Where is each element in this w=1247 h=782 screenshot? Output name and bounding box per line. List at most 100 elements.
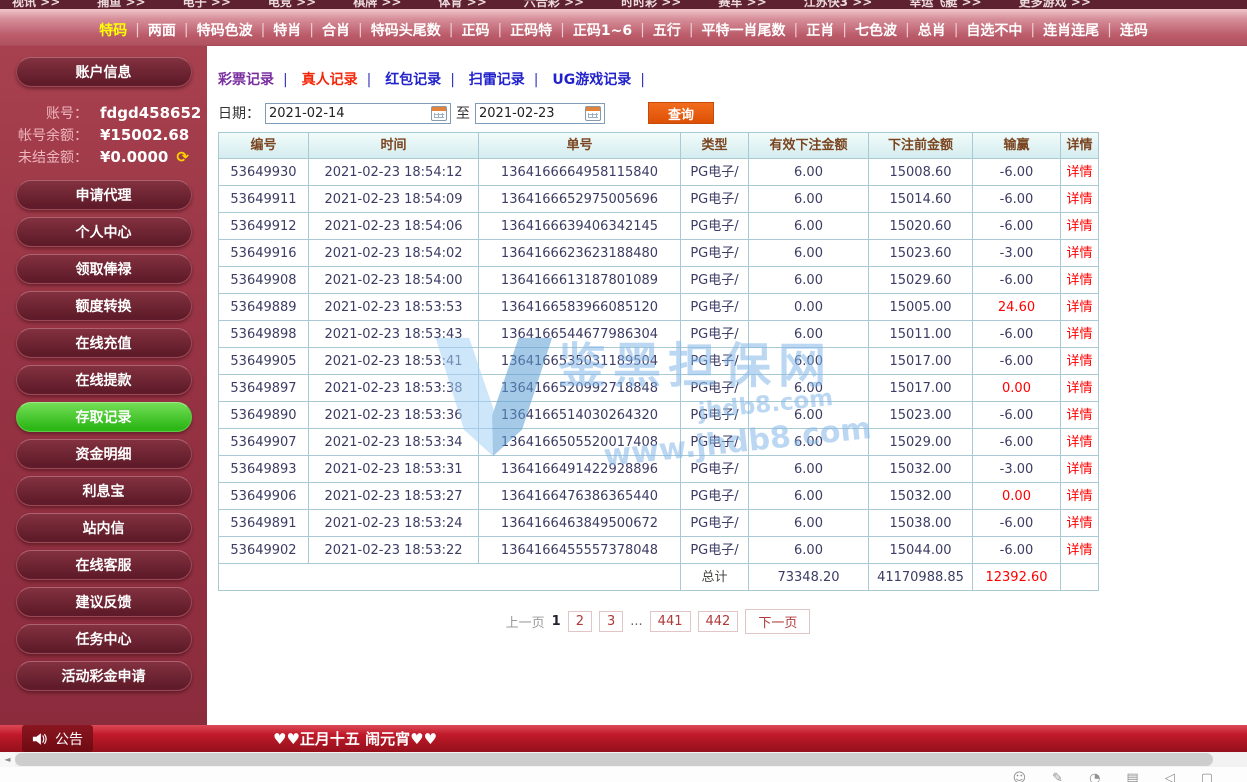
detail-link[interactable]: 详情	[1066, 300, 1092, 315]
cell-winloss: -6.00	[973, 348, 1061, 375]
sidebar-menu-item[interactable]: 额度转换	[16, 291, 192, 321]
game-nav-item[interactable]: 合肖	[322, 20, 350, 40]
game-nav-item[interactable]: 特码头尾数	[371, 20, 441, 40]
record-tab[interactable]: 真人记录	[302, 72, 358, 88]
date-from-input[interactable]: 2021-02-14	[265, 103, 451, 124]
pagination-item[interactable]: ...	[630, 614, 642, 629]
detail-link[interactable]: 详情	[1066, 246, 1092, 261]
game-nav-item[interactable]: 正码	[461, 20, 489, 40]
sidebar-menu-item[interactable]: 活动彩金申请	[16, 661, 192, 691]
record-tab[interactable]: UG游戏记录	[552, 72, 631, 88]
pagination-item[interactable]: 上一页	[506, 612, 545, 631]
top-nav-item[interactable]: 视讯 >>	[12, 0, 60, 9]
table-row: 53649906 2021-02-23 18:53:27 13641664763…	[219, 483, 1099, 510]
refresh-icon[interactable]: ⟳	[176, 150, 189, 165]
top-nav-item[interactable]: 电子 >>	[183, 0, 231, 9]
pagination-item[interactable]: 441	[650, 611, 691, 632]
game-nav-item[interactable]: 七色波	[855, 20, 897, 40]
cell-time: 2021-02-23 18:53:22	[309, 537, 479, 564]
calendar-icon[interactable]	[585, 106, 601, 121]
detail-link[interactable]: 详情	[1066, 408, 1092, 423]
game-nav-item[interactable]: 两面	[148, 20, 176, 40]
scrollbar-thumb[interactable]	[15, 753, 1213, 766]
record-tab[interactable]: 彩票记录	[218, 72, 274, 88]
calendar-icon[interactable]	[431, 106, 447, 121]
top-nav-item[interactable]: 江苏快3 >>	[804, 0, 873, 9]
sidebar-menu-item[interactable]: 在线充值	[16, 328, 192, 358]
record-tab[interactable]: 扫雷记录	[469, 72, 525, 88]
cell-order-no: 1364166623623188480	[479, 240, 681, 267]
sidebar-menu-item[interactable]: 个人中心	[16, 217, 192, 247]
account-info-header[interactable]: 账户信息	[16, 57, 192, 87]
top-nav-item[interactable]: 幸运飞艇 >>	[909, 0, 981, 9]
detail-link[interactable]: 详情	[1066, 327, 1092, 342]
taskbar-icon[interactable]: ☺	[1013, 771, 1027, 782]
top-nav-item[interactable]: 赛车 >>	[718, 0, 766, 9]
sidebar-menu-item[interactable]: 站内信	[16, 513, 192, 543]
detail-link[interactable]: 详情	[1066, 165, 1092, 180]
detail-link[interactable]: 详情	[1066, 543, 1092, 558]
scroll-left-arrow-icon[interactable]: ◄	[0, 752, 15, 767]
taskbar-icon[interactable]: ◁	[1165, 771, 1175, 782]
game-nav-item[interactable]: 总肖	[918, 20, 946, 40]
sidebar-menu-item[interactable]: 申请代理	[16, 180, 192, 210]
cell-type: PG电子/	[681, 375, 749, 402]
horizontal-scrollbar[interactable]: ◄	[0, 752, 1247, 767]
taskbar-icon[interactable]: ◔	[1089, 771, 1100, 782]
top-nav-item[interactable]: 捕鱼 >>	[97, 0, 145, 9]
detail-link[interactable]: 详情	[1066, 192, 1092, 207]
pagination-item[interactable]: 2	[568, 611, 592, 632]
detail-link[interactable]: 详情	[1066, 354, 1092, 369]
sidebar-menu-item[interactable]: 在线提款	[16, 365, 192, 395]
detail-link[interactable]: 详情	[1066, 381, 1092, 396]
detail-link[interactable]: 详情	[1066, 516, 1092, 531]
top-nav-item[interactable]: 六合彩 >>	[524, 0, 584, 9]
game-nav-item[interactable]: 特码色波	[197, 20, 253, 40]
game-nav-item[interactable]: 正码特	[510, 20, 552, 40]
taskbar-icon[interactable]: ▤	[1126, 771, 1138, 782]
query-button[interactable]: 查询	[648, 102, 714, 124]
top-nav-item[interactable]: 棋牌 >>	[353, 0, 401, 9]
cell-winloss: 24.60	[973, 294, 1061, 321]
game-nav-item[interactable]: 五行	[653, 20, 681, 40]
taskbar-icon[interactable]: ✎	[1052, 771, 1063, 782]
detail-link[interactable]: 详情	[1066, 219, 1092, 234]
detail-link[interactable]: 详情	[1066, 462, 1092, 477]
top-nav-item[interactable]: 时时彩 >>	[621, 0, 681, 9]
sidebar-menu-item[interactable]: 领取俸禄	[16, 254, 192, 284]
game-nav-item[interactable]: 正肖	[806, 20, 834, 40]
sidebar-menu-item[interactable]: 任务中心	[16, 624, 192, 654]
top-nav-item[interactable]: 更多游戏 >>	[1019, 0, 1091, 9]
game-nav-item[interactable]: 特肖	[273, 20, 301, 40]
pagination-item[interactable]: 下一页	[745, 609, 810, 634]
sidebar-menu-item[interactable]: 存取记录	[16, 402, 192, 432]
pagination-item[interactable]: 3	[599, 611, 623, 632]
sidebar-menu-item[interactable]: 资金明细	[16, 439, 192, 469]
game-nav-item[interactable]: 自选不中	[966, 20, 1022, 40]
sidebar-menu-item[interactable]: 建议反馈	[16, 587, 192, 617]
game-nav-item[interactable]: 特码	[99, 20, 127, 40]
game-nav-item[interactable]: 连码	[1120, 20, 1148, 40]
sidebar-menu-item[interactable]: 在线客服	[16, 550, 192, 580]
detail-link[interactable]: 详情	[1066, 435, 1092, 450]
detail-link[interactable]: 详情	[1066, 489, 1092, 504]
pagination-item[interactable]: 1	[552, 614, 561, 629]
cell-order-no: 1364166463849500672	[479, 510, 681, 537]
game-nav-item[interactable]: 正码1~6	[573, 20, 632, 40]
column-header: 详情	[1061, 133, 1099, 159]
cell-valid-bet: 6.00	[749, 375, 869, 402]
game-nav-item[interactable]: 平特一肖尾数	[702, 20, 786, 40]
top-nav-item[interactable]: 体育 >>	[438, 0, 486, 9]
separator: |	[1107, 22, 1112, 38]
top-nav-item[interactable]: 电竞 >>	[268, 0, 316, 9]
taskbar-icon[interactable]: ▢	[1201, 771, 1213, 782]
sidebar-menu-item[interactable]: 利息宝	[16, 476, 192, 506]
game-nav-item[interactable]: 连肖连尾	[1043, 20, 1099, 40]
cell-valid-bet: 6.00	[749, 402, 869, 429]
cell-before-bet: 15017.00	[869, 348, 973, 375]
game-nav-entry: 正码1~6|	[573, 20, 653, 40]
record-tab[interactable]: 红包记录	[385, 72, 441, 88]
date-to-input[interactable]: 2021-02-23	[475, 103, 605, 124]
pagination-item[interactable]: 442	[698, 611, 739, 632]
detail-link[interactable]: 详情	[1066, 273, 1092, 288]
